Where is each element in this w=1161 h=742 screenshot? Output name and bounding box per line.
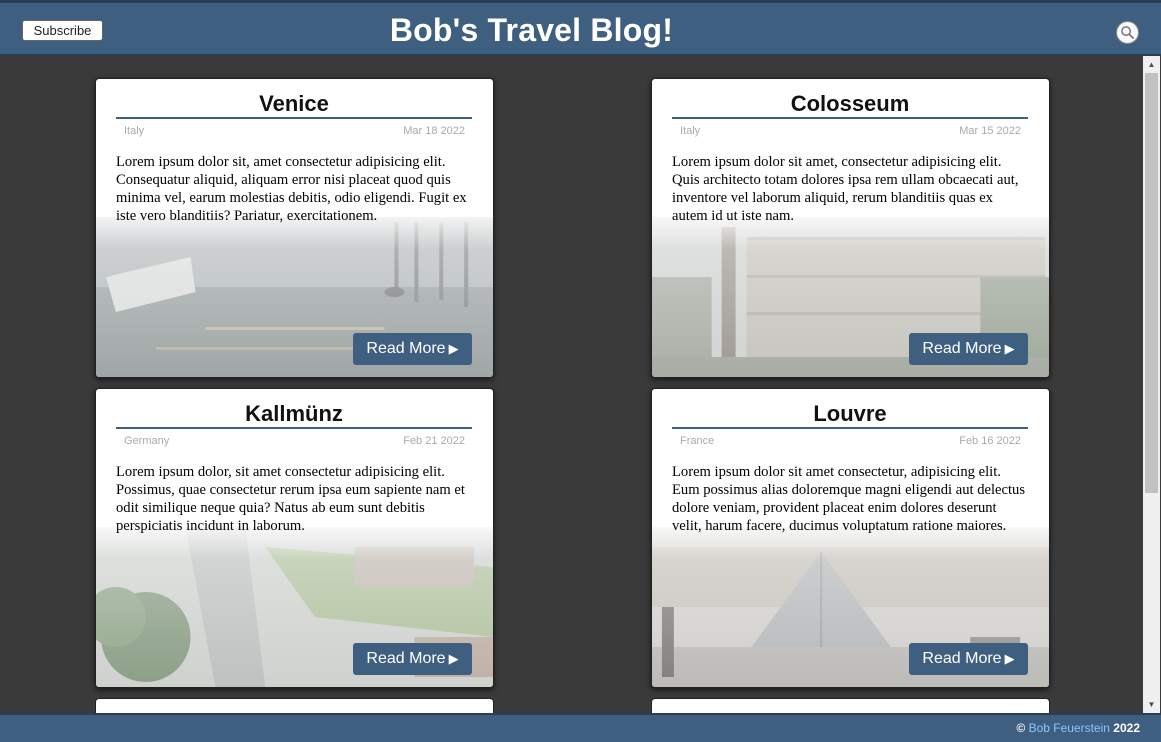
post-card-kallmunz: Kallmünz Germany Feb 21 2022 Lorem ipsum… (95, 388, 494, 688)
post-country: Germany (124, 435, 170, 447)
post-excerpt: Lorem ipsum dolor, sit amet consectetur … (116, 464, 465, 534)
post-country: Italy (680, 125, 701, 137)
post-excerpt: Lorem ipsum dolor sit, amet consectetur … (116, 154, 467, 224)
read-more-label: Read More (922, 340, 1002, 357)
read-more-label: Read More (922, 650, 1002, 667)
read-more-button[interactable]: Read More ▶ (909, 643, 1028, 675)
post-title: Kallmünz (245, 401, 343, 426)
title-divider (672, 117, 1028, 119)
post-title: Colosseum (790, 91, 910, 116)
scroll-up-arrow-icon[interactable]: ▲ (1143, 56, 1160, 73)
post-date: Mar 18 2022 (403, 125, 465, 137)
title-divider (116, 117, 472, 119)
read-more-button[interactable]: Read More ▶ (353, 643, 472, 675)
post-card-colosseum: Colosseum Italy Mar 15 2022 Lorem ipsum … (651, 78, 1050, 378)
play-arrow-icon: ▶ (448, 651, 459, 666)
play-arrow-icon: ▶ (1004, 341, 1015, 356)
read-more-label: Read More (366, 340, 446, 357)
read-more-button[interactable]: Read More ▶ (909, 333, 1028, 365)
play-arrow-icon: ▶ (448, 341, 459, 356)
title-divider (116, 427, 472, 429)
scrollbar-thumb[interactable] (1145, 73, 1158, 493)
footer-credit: © Bob Feuerstein 2022 (1016, 721, 1140, 735)
post-country: France (680, 435, 715, 447)
post-card-louvre: Louvre France Feb 16 2022 Lorem ipsum do… (651, 388, 1050, 688)
site-footer: © Bob Feuerstein 2022 (0, 713, 1161, 742)
title-divider (672, 427, 1028, 429)
post-date: Mar 15 2022 (959, 125, 1021, 137)
post-title: Venice (259, 91, 329, 116)
read-more-button[interactable]: Read More ▶ (353, 333, 472, 365)
post-date: Feb 21 2022 (403, 435, 465, 447)
search-button[interactable] (1116, 21, 1139, 44)
post-date: Feb 16 2022 (959, 435, 1021, 447)
play-arrow-icon: ▶ (1004, 651, 1015, 666)
site-header: Subscribe Bob's Travel Blog! (0, 0, 1161, 56)
site-title: Bob's Travel Blog! (389, 12, 674, 48)
scroll-down-arrow-icon[interactable]: ▼ (1143, 696, 1160, 713)
post-country: Italy (124, 125, 145, 137)
read-more-label: Read More (366, 650, 446, 667)
copyright-symbol: © (1016, 721, 1026, 735)
page-scrollbar[interactable]: ▲ ▼ (1143, 56, 1160, 713)
post-card-venice: Venice Italy Mar 18 2022 Lorem ipsum dol… (95, 78, 494, 378)
post-excerpt: Lorem ipsum dolor sit amet, consectetur … (672, 154, 1019, 224)
post-excerpt: Lorem ipsum dolor sit amet consectetur, … (672, 464, 1026, 534)
search-icon (1121, 26, 1134, 39)
author-link[interactable]: Bob Feuerstein (1029, 721, 1110, 735)
post-title: Louvre (813, 401, 887, 426)
footer-year: 2022 (1113, 721, 1140, 735)
